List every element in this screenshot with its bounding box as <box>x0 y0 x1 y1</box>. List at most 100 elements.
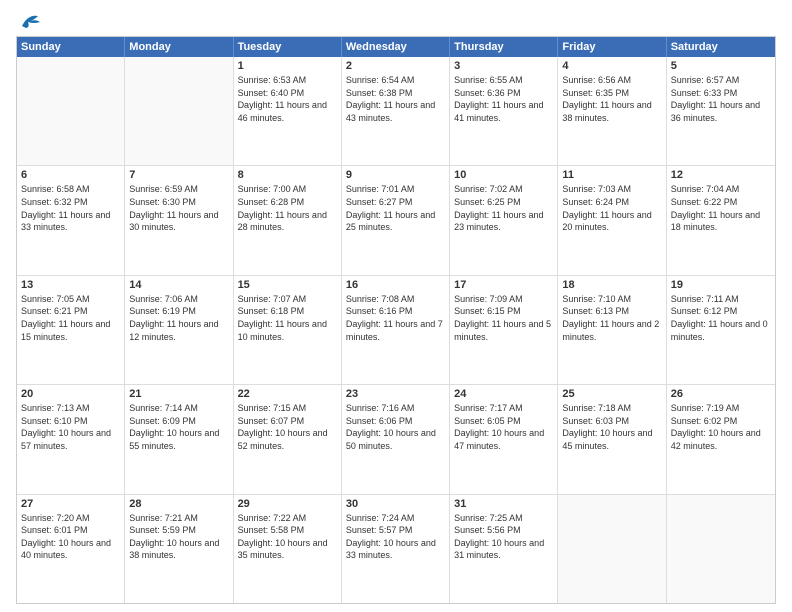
day-cell-31: 31 Sunrise: 7:25 AM Sunset: 5:56 PM Dayli… <box>450 495 558 603</box>
week-row-4: 20Sunrise: 7:13 AM Sunset: 6:10 PM Dayli… <box>17 385 775 494</box>
cell-text-6: Sunrise: 6:58 AM Sunset: 6:32 PM Dayligh… <box>21 183 120 233</box>
cell-text-14: Sunrise: 7:06 AM Sunset: 6:19 PM Dayligh… <box>129 293 228 343</box>
day-cell-30: 30 Sunrise: 7:24 AM Sunset: 5:57 PM Dayli… <box>342 495 450 603</box>
day-number-25: 25 <box>562 388 661 400</box>
empty-cell-0-1 <box>125 57 233 165</box>
cell-text-20: Sunrise: 7:13 AM Sunset: 6:10 PM Dayligh… <box>21 402 120 452</box>
cell-text-27: Sunrise: 7:20 AM Sunset: 6:01 PM Dayligh… <box>21 512 120 562</box>
empty-cell-4-6 <box>667 495 775 603</box>
day-cell-16: 16 Sunrise: 7:08 AM Sunset: 6:16 PM Dayli… <box>342 276 450 384</box>
page: Sunday Monday Tuesday Wednesday Thursday… <box>0 0 792 612</box>
cell-text-8: Sunrise: 7:00 AM Sunset: 6:28 PM Dayligh… <box>238 183 337 233</box>
header-wednesday: Wednesday <box>342 37 450 57</box>
day-number-29: 29 <box>238 498 337 510</box>
day-number-27: 27 <box>21 498 120 510</box>
day-cell-18: 18Sunrise: 7:10 AM Sunset: 6:13 PM Dayli… <box>558 276 666 384</box>
day-number-5: 5 <box>671 60 771 72</box>
day-number-31: 31 <box>454 498 553 510</box>
day-cell-20: 20Sunrise: 7:13 AM Sunset: 6:10 PM Dayli… <box>17 385 125 493</box>
week-row-2: 6 Sunrise: 6:58 AM Sunset: 6:32 PM Daylig… <box>17 166 775 275</box>
cell-text-18: Sunrise: 7:10 AM Sunset: 6:13 PM Dayligh… <box>562 293 661 343</box>
day-number-8: 8 <box>238 169 337 181</box>
day-number-3: 3 <box>454 60 553 72</box>
cell-text-13: Sunrise: 7:05 AM Sunset: 6:21 PM Dayligh… <box>21 293 120 343</box>
day-number-7: 7 <box>129 169 228 181</box>
day-number-12: 12 <box>671 169 771 181</box>
logo <box>16 12 44 30</box>
day-number-21: 21 <box>129 388 228 400</box>
cell-text-31: Sunrise: 7:25 AM Sunset: 5:56 PM Dayligh… <box>454 512 553 562</box>
day-cell-5: 5 Sunrise: 6:57 AM Sunset: 6:33 PM Daylig… <box>667 57 775 165</box>
cell-text-19: Sunrise: 7:11 AM Sunset: 6:12 PM Dayligh… <box>671 293 771 343</box>
day-number-26: 26 <box>671 388 771 400</box>
empty-cell-4-5 <box>558 495 666 603</box>
day-number-16: 16 <box>346 279 445 291</box>
day-cell-8: 8 Sunrise: 7:00 AM Sunset: 6:28 PM Daylig… <box>234 166 342 274</box>
day-number-15: 15 <box>238 279 337 291</box>
day-cell-26: 26 Sunrise: 7:19 AM Sunset: 6:02 PM Dayli… <box>667 385 775 493</box>
empty-cell-0-0 <box>17 57 125 165</box>
day-number-10: 10 <box>454 169 553 181</box>
day-number-6: 6 <box>21 169 120 181</box>
day-number-13: 13 <box>21 279 120 291</box>
day-number-4: 4 <box>562 60 661 72</box>
cell-text-12: Sunrise: 7:04 AM Sunset: 6:22 PM Dayligh… <box>671 183 771 233</box>
day-number-1: 1 <box>238 60 337 72</box>
cell-text-17: Sunrise: 7:09 AM Sunset: 6:15 PM Dayligh… <box>454 293 553 343</box>
calendar-header: Sunday Monday Tuesday Wednesday Thursday… <box>17 37 775 57</box>
cell-text-30: Sunrise: 7:24 AM Sunset: 5:57 PM Dayligh… <box>346 512 445 562</box>
day-cell-14: 14 Sunrise: 7:06 AM Sunset: 6:19 PM Dayli… <box>125 276 233 384</box>
header-friday: Friday <box>558 37 666 57</box>
header-sunday: Sunday <box>17 37 125 57</box>
day-cell-23: 23 Sunrise: 7:16 AM Sunset: 6:06 PM Dayli… <box>342 385 450 493</box>
header-tuesday: Tuesday <box>234 37 342 57</box>
cell-text-3: Sunrise: 6:55 AM Sunset: 6:36 PM Dayligh… <box>454 74 553 124</box>
day-cell-25: 25Sunrise: 7:18 AM Sunset: 6:03 PM Dayli… <box>558 385 666 493</box>
cell-text-28: Sunrise: 7:21 AM Sunset: 5:59 PM Dayligh… <box>129 512 228 562</box>
cell-text-2: Sunrise: 6:54 AM Sunset: 6:38 PM Dayligh… <box>346 74 445 124</box>
cell-text-4: Sunrise: 6:56 AM Sunset: 6:35 PM Dayligh… <box>562 74 661 124</box>
cell-text-11: Sunrise: 7:03 AM Sunset: 6:24 PM Dayligh… <box>562 183 661 233</box>
cell-text-29: Sunrise: 7:22 AM Sunset: 5:58 PM Dayligh… <box>238 512 337 562</box>
header-thursday: Thursday <box>450 37 558 57</box>
day-cell-28: 28 Sunrise: 7:21 AM Sunset: 5:59 PM Dayli… <box>125 495 233 603</box>
day-number-14: 14 <box>129 279 228 291</box>
day-cell-4: 4 Sunrise: 6:56 AM Sunset: 6:35 PM Daylig… <box>558 57 666 165</box>
header-saturday: Saturday <box>667 37 775 57</box>
day-cell-15: 15Sunrise: 7:07 AM Sunset: 6:18 PM Dayli… <box>234 276 342 384</box>
day-cell-12: 12 Sunrise: 7:04 AM Sunset: 6:22 PM Dayli… <box>667 166 775 274</box>
day-cell-24: 24 Sunrise: 7:17 AM Sunset: 6:05 PM Dayli… <box>450 385 558 493</box>
day-number-9: 9 <box>346 169 445 181</box>
day-cell-11: 11Sunrise: 7:03 AM Sunset: 6:24 PM Dayli… <box>558 166 666 274</box>
day-cell-27: 27 Sunrise: 7:20 AM Sunset: 6:01 PM Dayli… <box>17 495 125 603</box>
cell-text-16: Sunrise: 7:08 AM Sunset: 6:16 PM Dayligh… <box>346 293 445 343</box>
cell-text-24: Sunrise: 7:17 AM Sunset: 6:05 PM Dayligh… <box>454 402 553 452</box>
day-cell-1: 1 Sunrise: 6:53 AM Sunset: 6:40 PM Daylig… <box>234 57 342 165</box>
day-cell-6: 6 Sunrise: 6:58 AM Sunset: 6:32 PM Daylig… <box>17 166 125 274</box>
day-number-30: 30 <box>346 498 445 510</box>
week-row-1: 1 Sunrise: 6:53 AM Sunset: 6:40 PM Daylig… <box>17 57 775 166</box>
day-number-2: 2 <box>346 60 445 72</box>
logo-bird-icon <box>20 12 42 30</box>
day-number-19: 19 <box>671 279 771 291</box>
day-number-23: 23 <box>346 388 445 400</box>
cell-text-1: Sunrise: 6:53 AM Sunset: 6:40 PM Dayligh… <box>238 74 337 124</box>
day-cell-9: 9Sunrise: 7:01 AM Sunset: 6:27 PM Daylig… <box>342 166 450 274</box>
cell-text-5: Sunrise: 6:57 AM Sunset: 6:33 PM Dayligh… <box>671 74 771 124</box>
week-row-5: 27 Sunrise: 7:20 AM Sunset: 6:01 PM Dayli… <box>17 495 775 603</box>
day-number-28: 28 <box>129 498 228 510</box>
day-cell-7: 7Sunrise: 6:59 AM Sunset: 6:30 PM Daylig… <box>125 166 233 274</box>
day-cell-13: 13 Sunrise: 7:05 AM Sunset: 6:21 PM Dayli… <box>17 276 125 384</box>
calendar: Sunday Monday Tuesday Wednesday Thursday… <box>16 36 776 604</box>
cell-text-26: Sunrise: 7:19 AM Sunset: 6:02 PM Dayligh… <box>671 402 771 452</box>
cell-text-23: Sunrise: 7:16 AM Sunset: 6:06 PM Dayligh… <box>346 402 445 452</box>
week-row-3: 13 Sunrise: 7:05 AM Sunset: 6:21 PM Dayli… <box>17 276 775 385</box>
cell-text-22: Sunrise: 7:15 AM Sunset: 6:07 PM Dayligh… <box>238 402 337 452</box>
day-cell-29: 29 Sunrise: 7:22 AM Sunset: 5:58 PM Dayli… <box>234 495 342 603</box>
day-cell-3: 3 Sunrise: 6:55 AM Sunset: 6:36 PM Daylig… <box>450 57 558 165</box>
day-number-24: 24 <box>454 388 553 400</box>
day-number-17: 17 <box>454 279 553 291</box>
day-cell-22: 22Sunrise: 7:15 AM Sunset: 6:07 PM Dayli… <box>234 385 342 493</box>
day-cell-10: 10 Sunrise: 7:02 AM Sunset: 6:25 PM Dayli… <box>450 166 558 274</box>
cell-text-10: Sunrise: 7:02 AM Sunset: 6:25 PM Dayligh… <box>454 183 553 233</box>
